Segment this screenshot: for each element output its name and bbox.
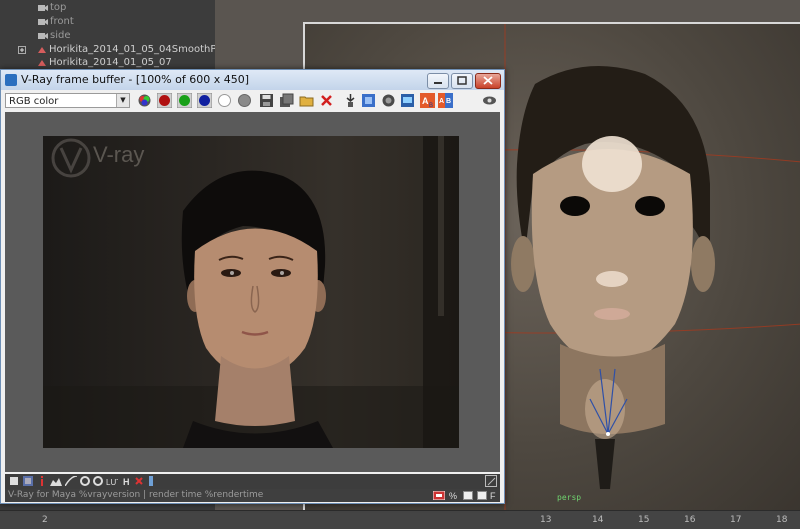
mesh-icon bbox=[38, 60, 46, 66]
camera-label: persp bbox=[557, 493, 582, 502]
svg-text:%: % bbox=[449, 491, 457, 500]
time-slider[interactable]: 2 13 14 15 16 17 18 bbox=[0, 510, 800, 529]
vray-frame-buffer-window[interactable]: V-Ray frame buffer - [100% of 600 x 450]… bbox=[0, 69, 505, 504]
blue-channel-icon[interactable] bbox=[197, 93, 212, 108]
outliner-item-front[interactable]: front bbox=[0, 15, 215, 29]
lut-icon[interactable]: LUT bbox=[106, 476, 118, 486]
resize-grip-icon[interactable] bbox=[485, 475, 497, 487]
track-mouse-icon[interactable] bbox=[343, 93, 358, 108]
svg-text:LUT: LUT bbox=[106, 478, 118, 486]
bottom-toolbar: LUT H bbox=[5, 474, 500, 489]
outliner-item-top[interactable]: top bbox=[0, 1, 215, 15]
vfb-toolbar: RGB color ▼ AB AB bbox=[5, 92, 500, 110]
red-channel-icon[interactable] bbox=[157, 93, 172, 108]
outliner-item-label: Horikita_2014_01_05_07 bbox=[49, 57, 172, 68]
timeline-tick: 15 bbox=[638, 515, 650, 525]
view-toggle-icon[interactable] bbox=[482, 93, 497, 108]
close-icon bbox=[483, 76, 493, 85]
close-icon[interactable] bbox=[134, 476, 144, 486]
timeline-tick: 16 bbox=[684, 515, 696, 525]
mesh-icon bbox=[38, 47, 46, 53]
channel-select[interactable]: RGB color ▼ bbox=[5, 93, 130, 108]
expand-icon[interactable] bbox=[18, 46, 26, 54]
close-button[interactable] bbox=[475, 73, 501, 89]
save-icon[interactable] bbox=[259, 93, 274, 108]
compare-ab-icon[interactable]: AB bbox=[438, 93, 453, 108]
alpha-channel-icon[interactable] bbox=[217, 93, 232, 108]
render-icon[interactable] bbox=[381, 93, 396, 108]
outliner-item-label: front bbox=[50, 16, 74, 27]
display-correction-icon[interactable] bbox=[400, 93, 415, 108]
camera-icon bbox=[38, 33, 48, 39]
maximize-button[interactable] bbox=[451, 73, 473, 89]
svg-text:B: B bbox=[429, 103, 433, 108]
compare-a-icon[interactable]: AB bbox=[420, 93, 435, 108]
render-view[interactable]: V-ray bbox=[5, 112, 500, 472]
chevron-down-icon[interactable]: ▼ bbox=[116, 94, 129, 107]
svg-text:F: F bbox=[490, 491, 496, 500]
levels-icon[interactable] bbox=[50, 476, 62, 486]
green-channel-icon[interactable] bbox=[177, 93, 192, 108]
status-text: V-Ray for Maya %vrayversion | render tim… bbox=[8, 490, 264, 500]
timeline-tick: 18 bbox=[776, 515, 788, 525]
zoom-icon[interactable] bbox=[477, 491, 487, 500]
outliner-item-smoothproxy[interactable]: Horikita_2014_01_05_04SmoothProxy0 bbox=[0, 43, 244, 57]
minimize-icon bbox=[434, 82, 442, 84]
open-folder-icon[interactable] bbox=[299, 93, 314, 108]
outliner-item-label: side bbox=[50, 30, 71, 41]
timeline-tick: 14 bbox=[592, 515, 604, 525]
channel-select-value: RGB color bbox=[9, 96, 59, 107]
svg-text:H: H bbox=[123, 477, 130, 486]
region-render-icon[interactable] bbox=[361, 93, 376, 108]
title-bar[interactable]: V-Ray frame buffer - [100% of 600 x 450] bbox=[1, 70, 504, 90]
window-title: V-Ray frame buffer - [100% of 600 x 450] bbox=[21, 73, 250, 86]
outliner-item-side[interactable]: side bbox=[0, 29, 215, 43]
outliner-item-label: top bbox=[50, 2, 67, 13]
mono-channel-icon[interactable] bbox=[237, 93, 252, 108]
camera-icon bbox=[38, 5, 48, 11]
info-icon[interactable] bbox=[38, 476, 46, 486]
timeline-tick: 13 bbox=[540, 515, 552, 525]
gear-icon[interactable] bbox=[80, 476, 90, 486]
svg-text:B: B bbox=[446, 98, 451, 105]
curve-icon[interactable] bbox=[65, 476, 77, 486]
status-bar: V-Ray for Maya %vrayversion | render tim… bbox=[5, 489, 500, 502]
stamp-icon[interactable]: F bbox=[490, 490, 498, 500]
timeline-tick: 2 bbox=[42, 515, 48, 525]
outliner-panel: top front side Horikita_2014_01_05_04Smo… bbox=[0, 0, 244, 70]
histogram-icon[interactable]: H bbox=[122, 476, 132, 486]
svg-text:A: A bbox=[422, 96, 429, 106]
lens-effects-icon[interactable] bbox=[147, 476, 155, 486]
vray-app-icon bbox=[5, 74, 17, 86]
svg-text:A: A bbox=[439, 98, 444, 105]
vray-watermark: V-ray bbox=[93, 142, 145, 167]
stop-render-icon[interactable] bbox=[433, 491, 445, 500]
render-settings-icon[interactable] bbox=[23, 476, 33, 486]
rgb-channels-icon[interactable] bbox=[137, 93, 152, 108]
outliner-item-horikita[interactable]: Horikita_2014_01_05_07 bbox=[0, 56, 215, 70]
camera-icon bbox=[38, 19, 48, 25]
percent-icon[interactable]: % bbox=[449, 491, 459, 500]
rendered-image: V-ray bbox=[43, 136, 459, 448]
gear-icon[interactable] bbox=[93, 476, 103, 486]
timeline-tick: 17 bbox=[730, 515, 742, 525]
rendered-portrait bbox=[43, 136, 459, 448]
history-icon[interactable] bbox=[9, 476, 19, 486]
pan-icon[interactable] bbox=[463, 491, 473, 500]
clear-image-icon[interactable] bbox=[319, 93, 334, 108]
minimize-button[interactable] bbox=[427, 73, 449, 89]
maximize-icon bbox=[457, 76, 467, 85]
save-all-icon[interactable] bbox=[279, 93, 294, 108]
